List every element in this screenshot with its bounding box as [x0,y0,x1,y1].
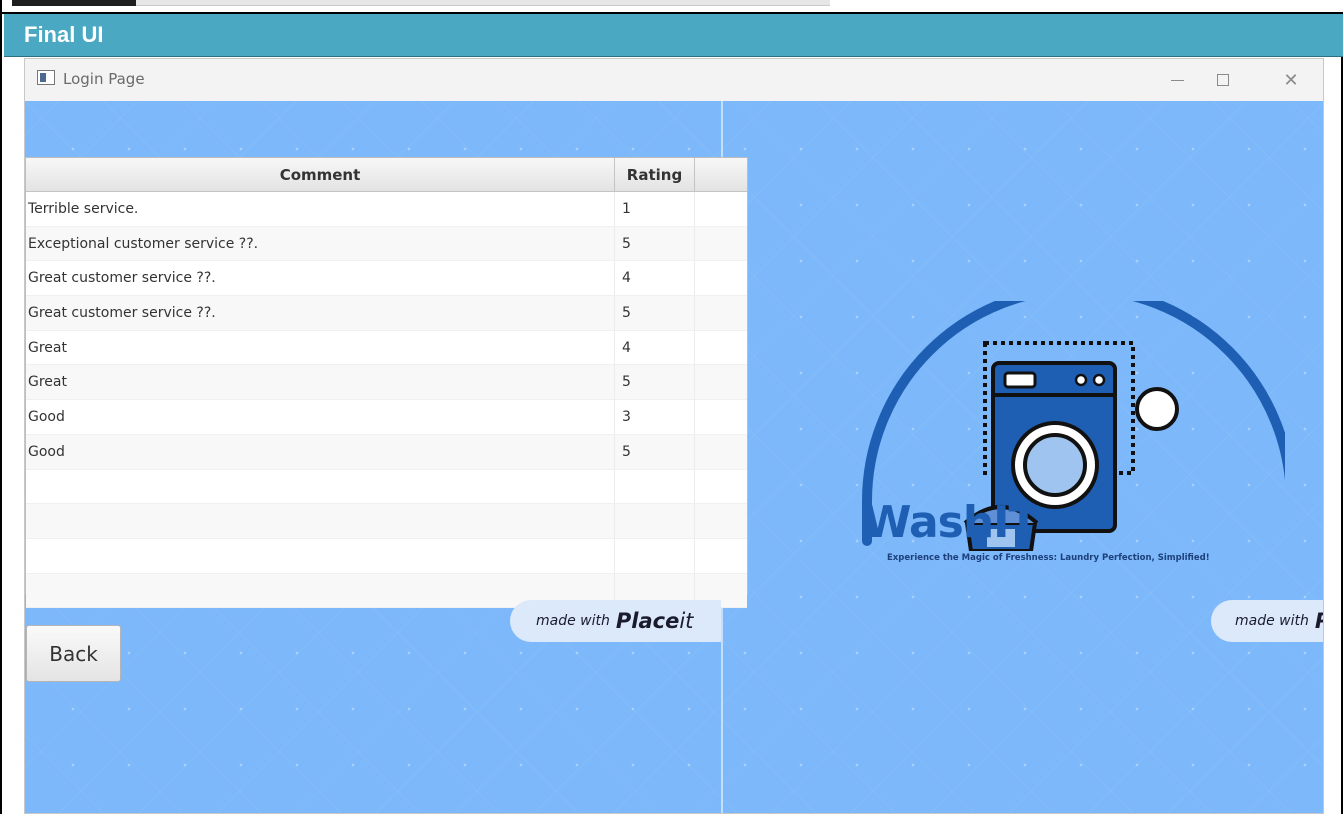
top-strip [2,0,1343,14]
cell-comment [26,504,615,538]
column-header-rating[interactable]: Rating [615,158,695,192]
cell-comment: Great [26,365,615,400]
cell-rating: 4 [615,330,695,365]
cell-comment: Good [26,400,615,434]
cell-rating: 3 [615,400,695,434]
watermark-brand: Place [615,609,680,633]
placeit-watermark: made with Place it [510,600,721,642]
content-area: Comment Rating Terrible service. 1 Excepti… [25,101,1323,813]
reviews-table[interactable]: Comment Rating Terrible service. 1 Excepti… [25,157,748,609]
table-row[interactable]: Great customer service ??. 4 [26,261,747,297]
cell-rating: 4 [615,261,695,296]
back-button[interactable]: Back [26,625,121,682]
logo-wordmark: WashIT [863,497,1039,548]
table-row[interactable]: Terrible service. 1 [26,192,747,227]
logo-tagline: Experience the Magic of Freshness: Laund… [887,553,1210,563]
cell-comment: Exceptional customer service ??. [26,226,615,261]
placeit-watermark-right: made with P [1211,600,1323,642]
cell-filler [695,261,747,295]
section-title: Final UI [24,22,104,47]
cell-filler [695,227,747,261]
watermark-brand-suffix: it [679,609,694,633]
close-button[interactable]: ✕ [1269,65,1313,95]
table-body: Terrible service. 1 Exceptional customer s… [26,192,747,609]
cell-filler [695,470,747,504]
cell-filler [695,365,747,399]
cell-rating: 5 [615,296,695,330]
cell-rating: 5 [615,365,695,400]
watermark-brand-right: P [1315,609,1323,633]
cell-comment: Great [26,330,615,365]
table-row[interactable] [26,504,747,539]
window-title: Login Page [63,70,145,88]
cell-rating: 5 [615,434,695,469]
watermark-made-with: made with [536,613,610,629]
document-frame: Final UI Login Page ✕ Comment Rating Ter… [0,0,1343,814]
table-row[interactable]: Great customer service ??. 5 [26,296,747,331]
cell-filler [695,504,747,538]
cell-comment [26,538,615,573]
cell-comment: Great customer service ??. [26,296,615,330]
app-window: Login Page ✕ Comment Rating Terrible ser… [24,58,1324,814]
cell-filler [695,192,747,226]
maximize-button[interactable] [1201,65,1245,95]
table-row[interactable]: Great 4 [26,330,747,366]
table-row[interactable] [26,538,747,574]
cell-filler [695,435,747,469]
column-header-filler [695,158,747,192]
cell-rating: 5 [615,226,695,261]
watermark-made-with-right: made with [1235,613,1309,629]
table-row[interactable] [26,469,747,505]
cell-filler [695,331,747,365]
cell-comment: Great customer service ??. [26,261,615,296]
top-tab-light [136,0,830,6]
cell-rating [615,469,695,504]
close-icon: ✕ [1283,69,1299,91]
maximize-icon [1217,74,1229,86]
section-header: Final UI [4,14,1343,57]
table-row[interactable]: Exceptional customer service ??. 5 [26,226,747,262]
window-titlebar: Login Page ✕ [25,59,1323,101]
table-header: Comment Rating [26,158,747,192]
table-row[interactable]: Good 3 [26,400,747,435]
cell-rating [615,538,695,573]
cell-filler [695,400,747,434]
cell-comment: Terrible service. [26,192,615,226]
cell-rating: 1 [615,192,695,226]
column-header-comment[interactable]: Comment [26,158,615,192]
minimize-icon [1170,79,1184,81]
cell-comment [26,469,615,504]
cell-rating [615,504,695,538]
cell-comment: Good [26,434,615,469]
cell-filler [695,296,747,330]
cell-filler [695,539,747,573]
app-window-icon [37,70,55,85]
table-row[interactable]: Great 5 [26,365,747,401]
top-tab-dark [12,0,136,6]
minimize-button[interactable] [1155,65,1199,95]
table-row[interactable]: Good 5 [26,434,747,470]
